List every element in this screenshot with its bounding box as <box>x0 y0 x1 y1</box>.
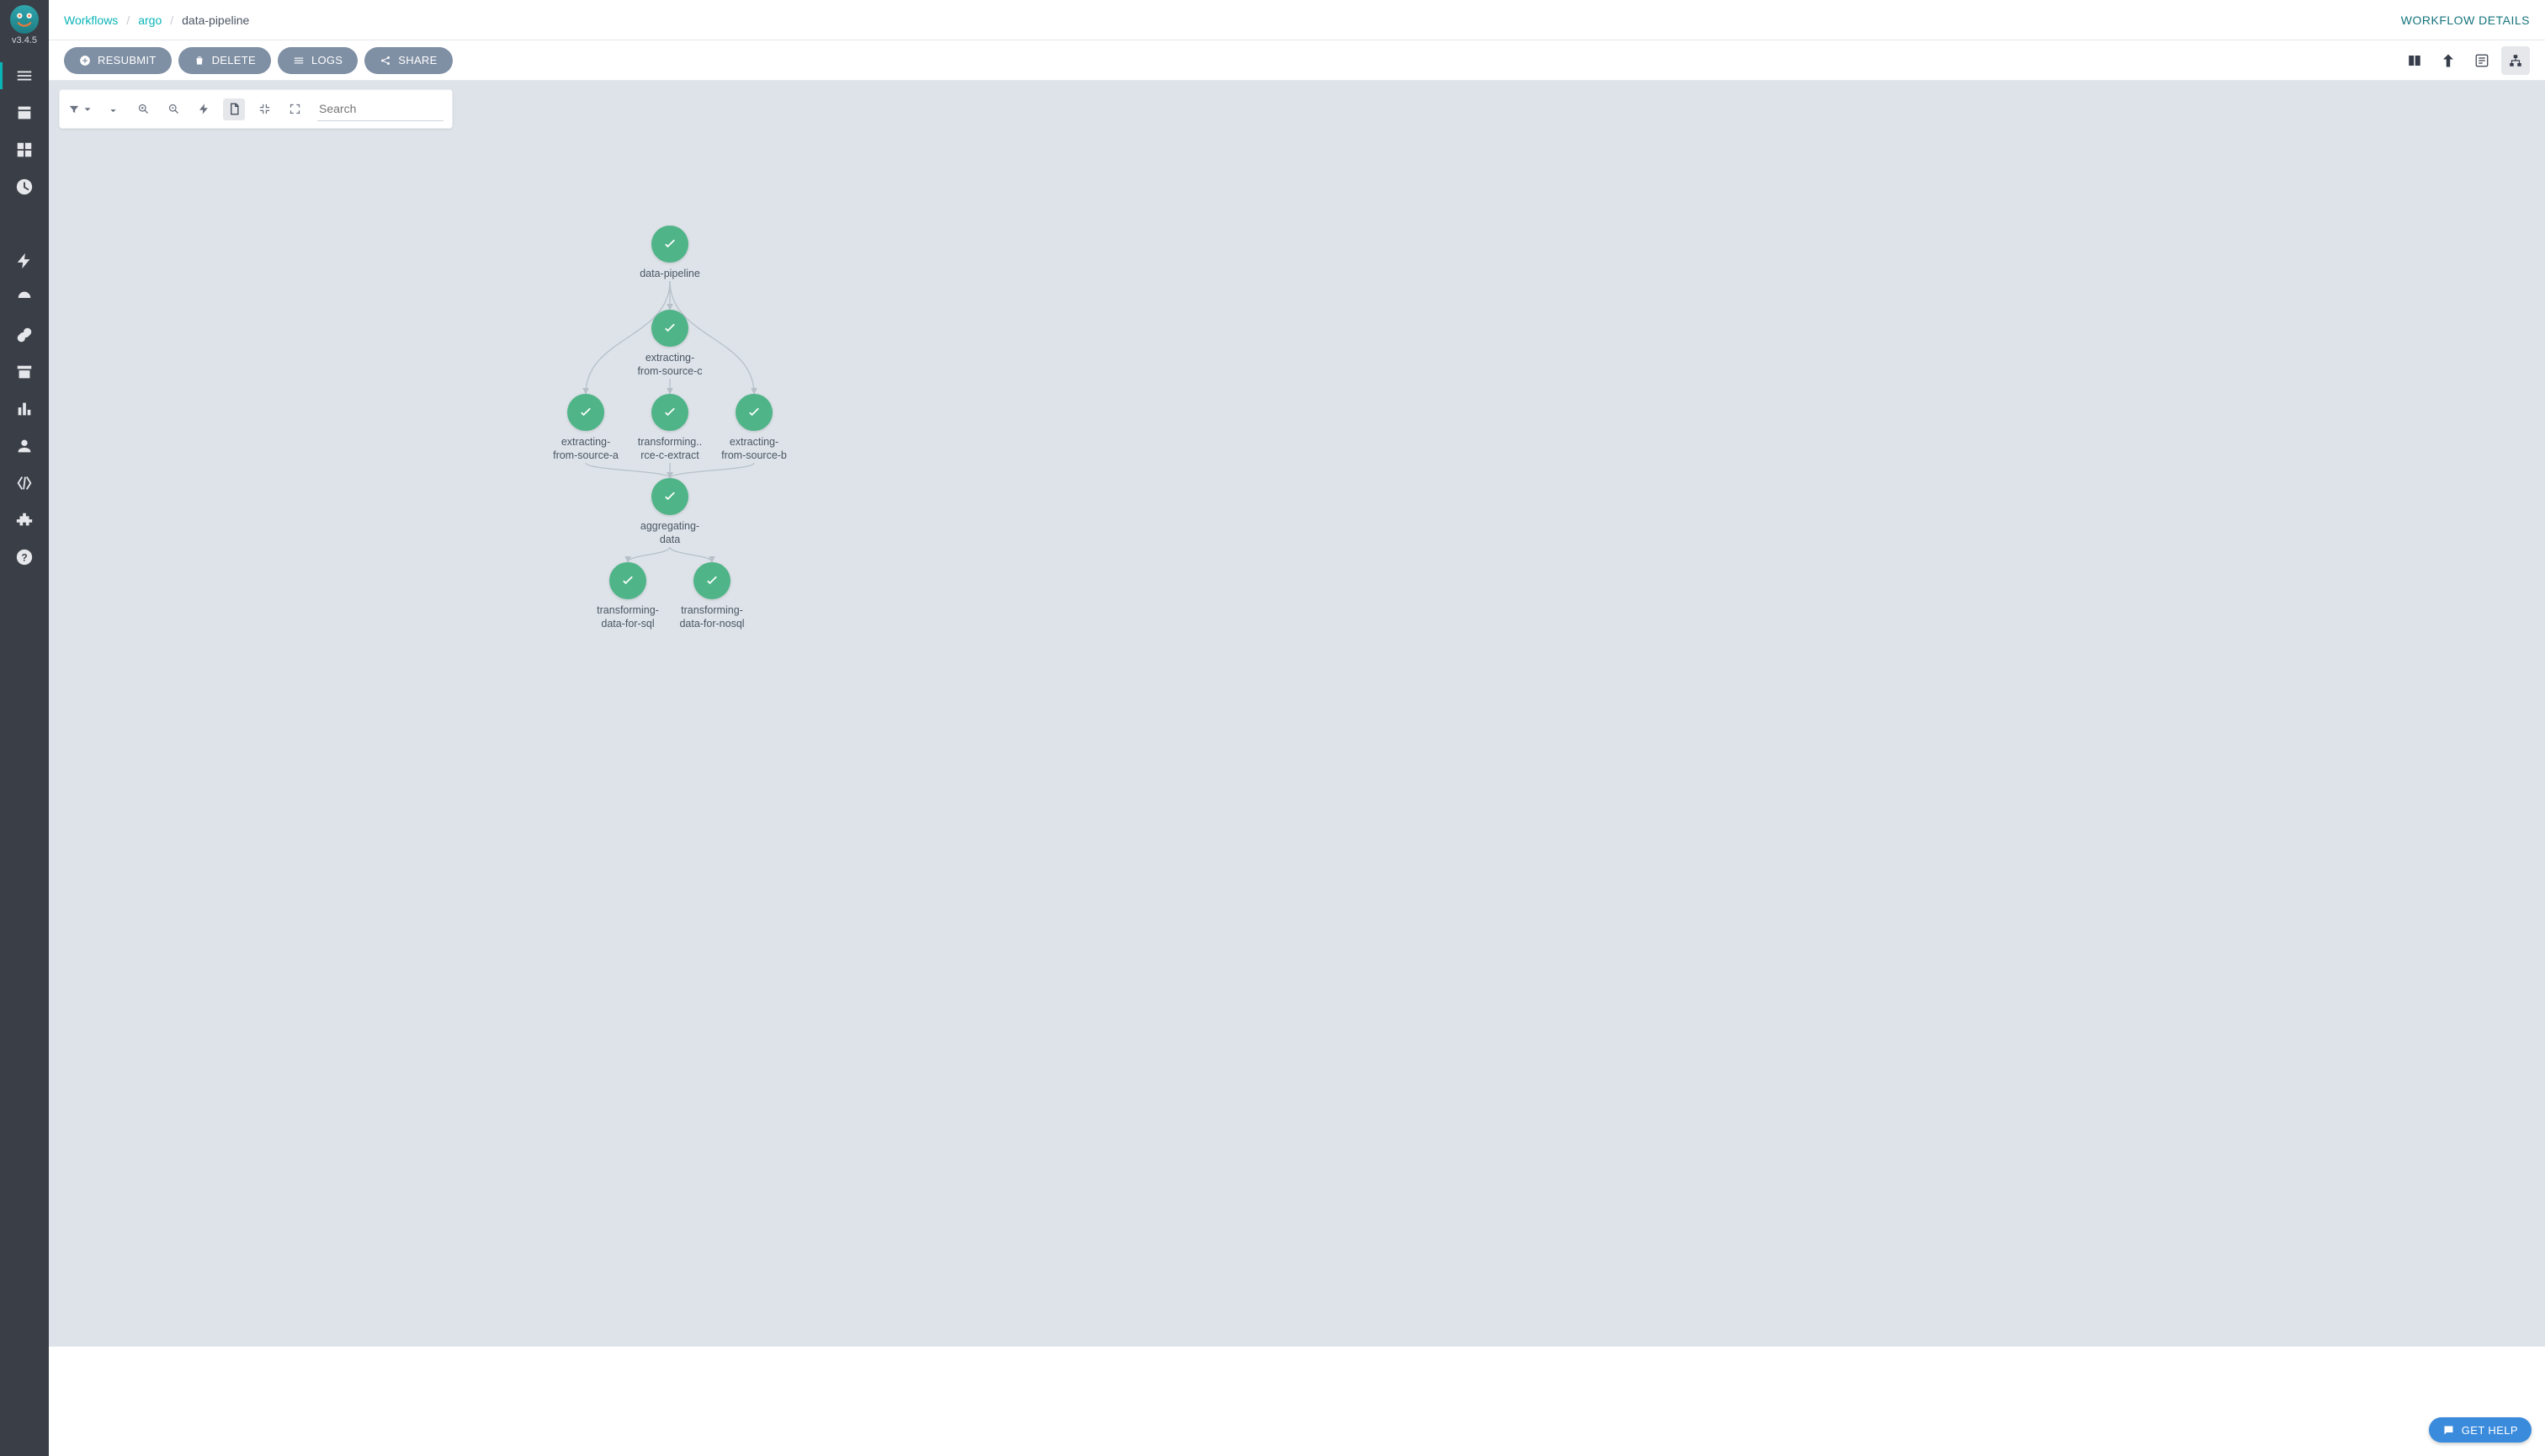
sidebar: v3.4.5 ? <box>0 0 49 1456</box>
node-label: extracting-from-source-c <box>637 352 702 378</box>
argo-logo <box>10 5 39 34</box>
node-label: aggregating-data <box>640 520 699 546</box>
actionbar: RESUBMIT DELETE LOGS SHARE <box>49 40 2545 81</box>
svg-text:?: ? <box>21 552 27 564</box>
node-agg[interactable]: aggregating-data <box>619 478 720 546</box>
share-icon <box>380 55 391 66</box>
fullscreen-icon[interactable] <box>284 98 306 120</box>
nav-cron-workflows[interactable] <box>0 168 49 205</box>
dag-edges <box>49 81 2545 1456</box>
node-root[interactable]: data-pipeline <box>619 226 720 281</box>
status-success-icon <box>693 562 731 599</box>
canvas[interactable]: data-pipeline extracting-from-source-c ext… <box>49 81 2545 1456</box>
nav-event-flow[interactable] <box>0 242 49 279</box>
view-events[interactable] <box>2434 46 2463 75</box>
graph-search[interactable] <box>317 97 444 121</box>
nav-plugins[interactable] <box>0 502 49 539</box>
node-label: extracting-from-source-a <box>553 436 619 462</box>
version-label: v3.4.5 <box>12 35 37 45</box>
view-summary[interactable] <box>2400 46 2429 75</box>
breadcrumb-current: data-pipeline <box>182 13 249 27</box>
node-label: transforming..rce-c-extract <box>638 436 702 462</box>
chat-icon <box>2442 1424 2455 1437</box>
graph-toolbar <box>59 89 453 129</box>
chevron-down-icon <box>82 104 93 115</box>
nav-user[interactable] <box>0 428 49 465</box>
filter-dropdown[interactable] <box>68 104 93 115</box>
zoom-out[interactable] <box>162 98 184 120</box>
nav-workflows[interactable] <box>0 57 49 94</box>
status-success-icon <box>651 226 688 263</box>
zoom-in[interactable] <box>132 98 154 120</box>
collapse-icon[interactable] <box>253 98 275 120</box>
view-toggles <box>2400 46 2530 75</box>
nav-api[interactable] <box>0 465 49 502</box>
filter-icon <box>68 104 80 115</box>
breadcrumb: Workflows / argo / data-pipeline <box>64 13 249 27</box>
status-success-icon <box>736 394 773 431</box>
nav-workflow-templates[interactable] <box>0 94 49 131</box>
nav-cluster-templates[interactable] <box>0 131 49 168</box>
view-graph[interactable] <box>2501 46 2530 75</box>
nav-reports[interactable] <box>0 391 49 428</box>
status-success-icon <box>567 394 604 431</box>
node-xform_nosql[interactable]: transforming-data-for-nosql <box>661 562 762 630</box>
breadcrumb-root[interactable]: Workflows <box>64 13 118 27</box>
nav-links[interactable] <box>0 316 49 353</box>
get-help-button[interactable]: GET HELP <box>2429 1417 2532 1443</box>
nav-help[interactable]: ? <box>0 539 49 576</box>
search-input[interactable] <box>317 97 444 121</box>
layout-direction[interactable] <box>102 98 124 120</box>
topbar: Workflows / argo / data-pipeline WORKFLO… <box>49 0 2545 40</box>
resubmit-button[interactable]: RESUBMIT <box>64 47 172 74</box>
status-success-icon <box>651 394 688 431</box>
node-label: extracting-from-source-b <box>721 436 787 462</box>
node-src_b[interactable]: extracting-from-source-b <box>704 394 805 462</box>
trash-icon <box>194 55 205 66</box>
node-label: transforming-data-for-nosql <box>679 604 744 630</box>
logs-button[interactable]: LOGS <box>278 47 358 74</box>
breadcrumb-sep: / <box>170 13 173 27</box>
node-names-toggle[interactable] <box>223 98 245 120</box>
view-timeline[interactable] <box>2468 46 2496 75</box>
sidebar-nav: ? <box>0 57 49 576</box>
list-icon <box>293 55 305 66</box>
nav-sensors[interactable] <box>0 279 49 316</box>
node-src_c[interactable]: extracting-from-source-c <box>619 310 720 378</box>
share-button[interactable]: SHARE <box>364 47 452 74</box>
breadcrumb-namespace[interactable]: argo <box>138 13 162 27</box>
plus-circle-icon <box>79 55 91 66</box>
delete-button[interactable]: DELETE <box>178 47 271 74</box>
speed-icon[interactable] <box>193 98 215 120</box>
status-success-icon <box>609 562 646 599</box>
nav-event-sources[interactable] <box>0 205 49 242</box>
breadcrumb-sep: / <box>126 13 130 27</box>
status-success-icon <box>651 310 688 347</box>
node-label: transforming-data-for-sql <box>597 604 659 630</box>
node-label: data-pipeline <box>640 268 700 281</box>
status-success-icon <box>651 478 688 515</box>
dag: data-pipeline extracting-from-source-c ext… <box>49 81 2545 1456</box>
workflow-details-link[interactable]: WORKFLOW DETAILS <box>2401 13 2530 27</box>
nav-archive[interactable] <box>0 353 49 391</box>
main: Workflows / argo / data-pipeline WORKFLO… <box>49 0 2545 1456</box>
